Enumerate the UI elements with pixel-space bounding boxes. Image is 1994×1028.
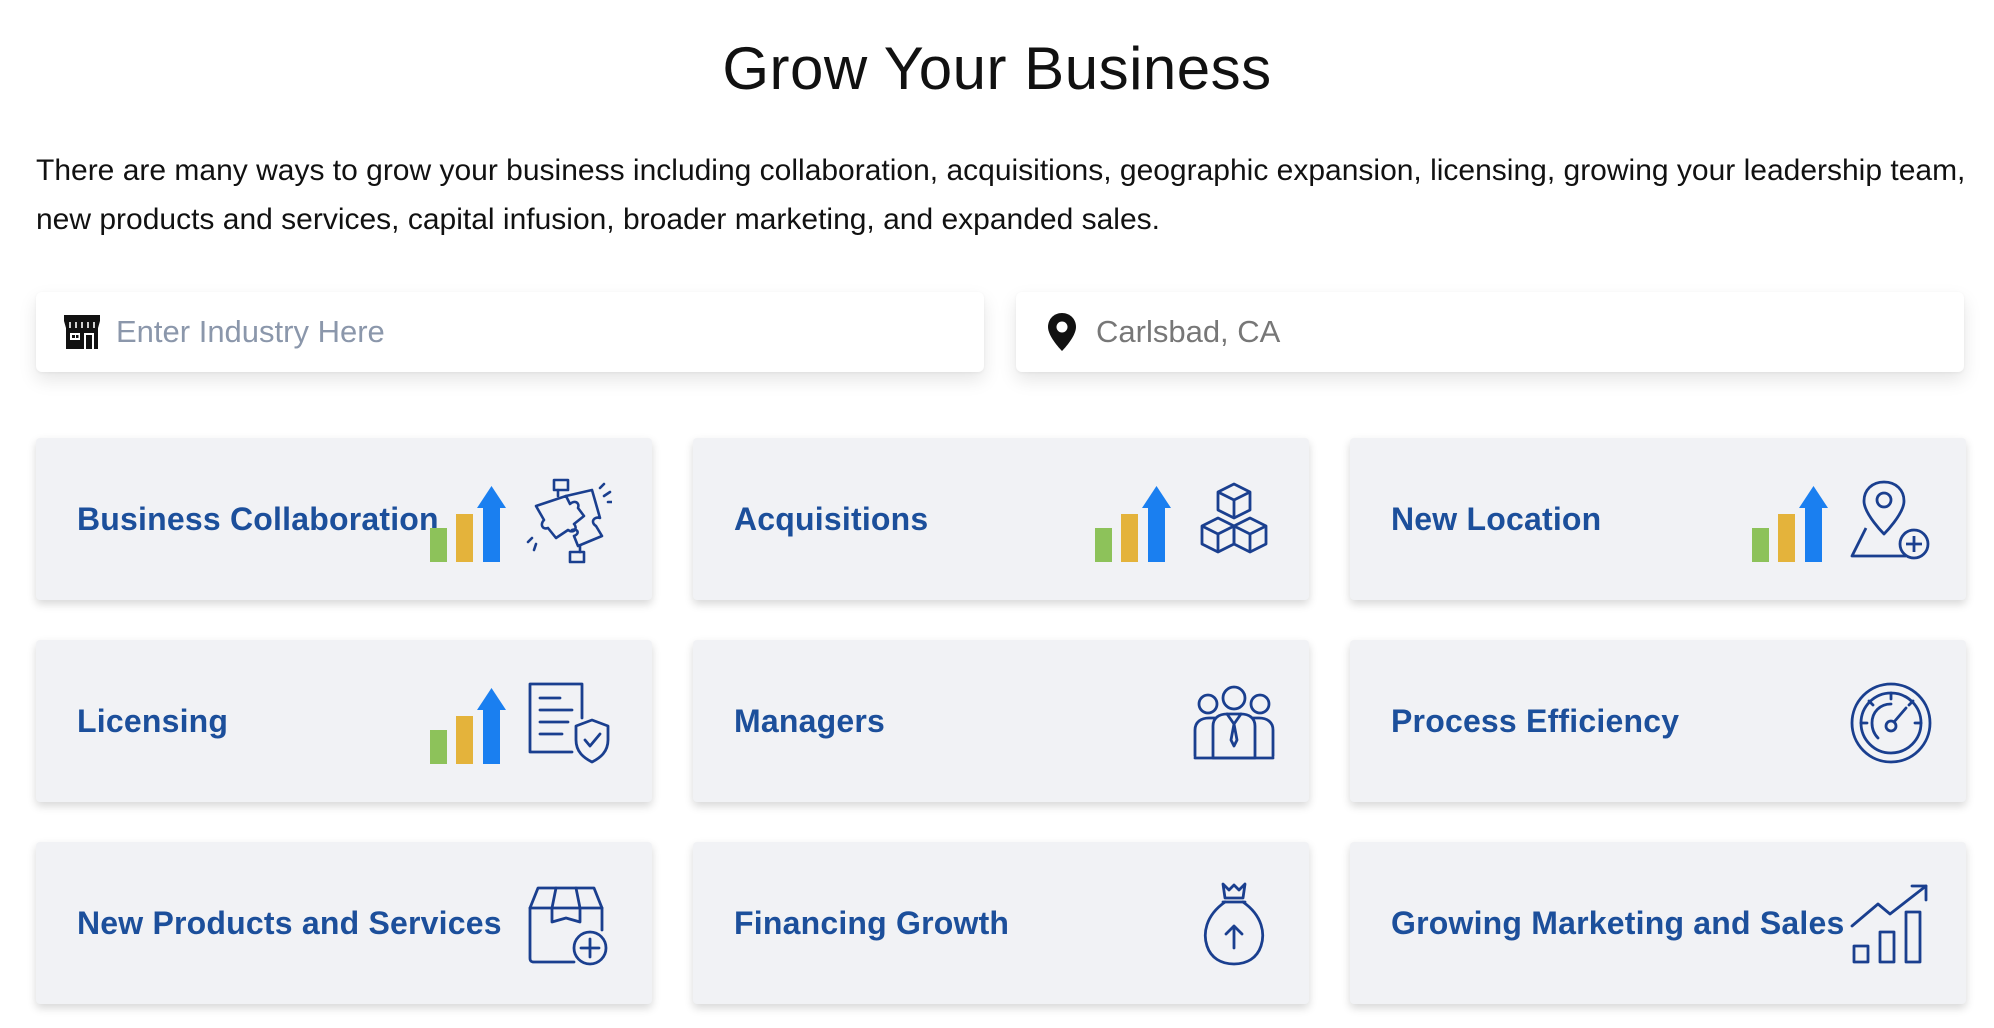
card-new-location[interactable]: New Location bbox=[1350, 438, 1966, 600]
card-business-collaboration[interactable]: Business Collaboration bbox=[36, 438, 652, 600]
card-label: New Location bbox=[1391, 500, 1602, 537]
puzzle-handshake-icon bbox=[526, 478, 612, 564]
shield-document-icon bbox=[528, 682, 610, 764]
growth-bars-icon bbox=[1752, 486, 1828, 562]
card-label: Acquisitions bbox=[734, 500, 929, 537]
growth-bars-icon bbox=[1095, 486, 1171, 562]
card-licensing[interactable]: Licensing bbox=[36, 640, 652, 802]
speedometer-icon bbox=[1850, 682, 1932, 764]
storefront-icon bbox=[62, 312, 102, 352]
card-process-efficiency[interactable]: Process Efficiency bbox=[1350, 640, 1966, 802]
card-financing-growth[interactable]: Financing Growth bbox=[693, 842, 1309, 1004]
team-icon bbox=[1193, 685, 1275, 760]
card-label: Business Collaboration bbox=[77, 500, 439, 537]
card-label: Financing Growth bbox=[734, 904, 1010, 941]
package-add-icon bbox=[528, 886, 608, 966]
location-input[interactable] bbox=[1096, 314, 1896, 350]
card-growing-marketing-and-sales[interactable]: Growing Marketing and Sales bbox=[1350, 842, 1966, 1004]
card-label: Growing Marketing and Sales bbox=[1391, 904, 1845, 941]
industry-search-box[interactable] bbox=[36, 292, 984, 372]
card-label: Managers bbox=[734, 702, 885, 739]
industry-input[interactable] bbox=[116, 314, 916, 350]
growth-bars-icon bbox=[430, 688, 506, 764]
money-bag-icon bbox=[1203, 882, 1265, 966]
card-new-products-and-services[interactable]: New Products and Services bbox=[36, 842, 652, 1004]
card-managers[interactable]: Managers bbox=[693, 640, 1309, 802]
card-label: New Products and Services bbox=[77, 904, 502, 941]
card-label: Process Efficiency bbox=[1391, 702, 1680, 739]
category-grid: Business Collaboration Acquisitions New … bbox=[36, 438, 1966, 1004]
map-pin-icon bbox=[1042, 312, 1082, 352]
intro-text: There are many ways to grow your busines… bbox=[36, 154, 1966, 236]
location-search-box[interactable] bbox=[1016, 292, 1964, 372]
card-acquisitions[interactable]: Acquisitions bbox=[693, 438, 1309, 600]
growth-chart-icon bbox=[1850, 884, 1928, 964]
growth-bars-icon bbox=[430, 486, 506, 562]
stacked-boxes-icon bbox=[1200, 482, 1268, 554]
card-label: Licensing bbox=[77, 702, 229, 739]
page-title: Grow Your Business bbox=[722, 35, 1272, 102]
page: Grow Your Business There are many ways t… bbox=[0, 0, 1994, 1028]
location-add-icon bbox=[1850, 480, 1930, 560]
